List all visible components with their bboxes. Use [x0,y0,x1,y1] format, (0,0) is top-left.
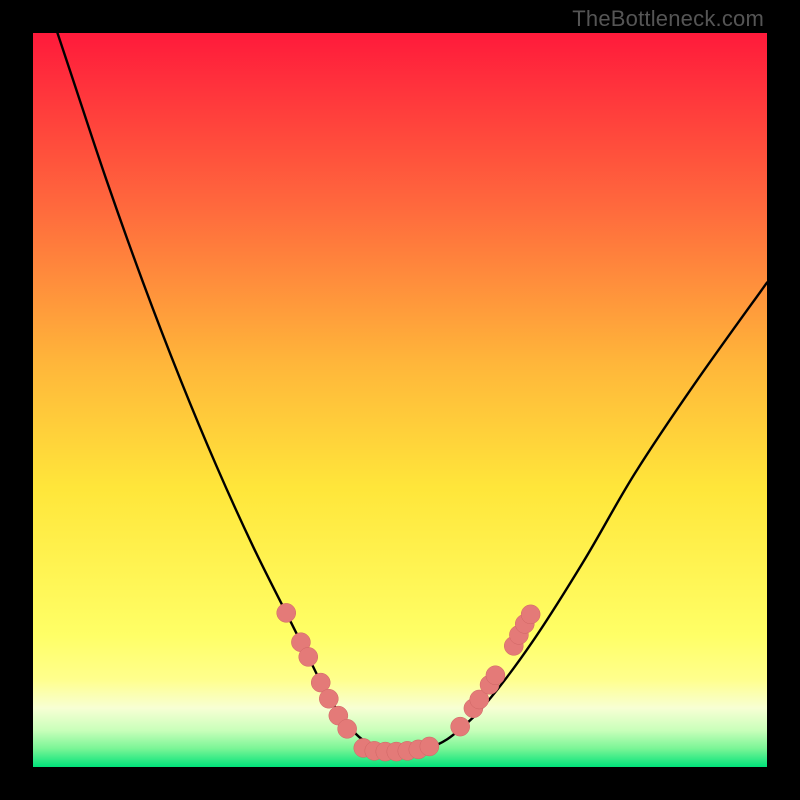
marker-point [299,647,318,666]
marker-point [521,605,540,624]
gradient-background [33,33,767,767]
marker-point [486,666,505,685]
marker-point [277,603,296,622]
plot-area [33,33,767,767]
marker-point [451,717,470,736]
marker-point [338,719,357,738]
watermark-text: TheBottleneck.com [572,6,764,32]
marker-point [420,737,439,756]
chart-frame: TheBottleneck.com [0,0,800,800]
plot-svg [33,33,767,767]
marker-point [319,689,338,708]
